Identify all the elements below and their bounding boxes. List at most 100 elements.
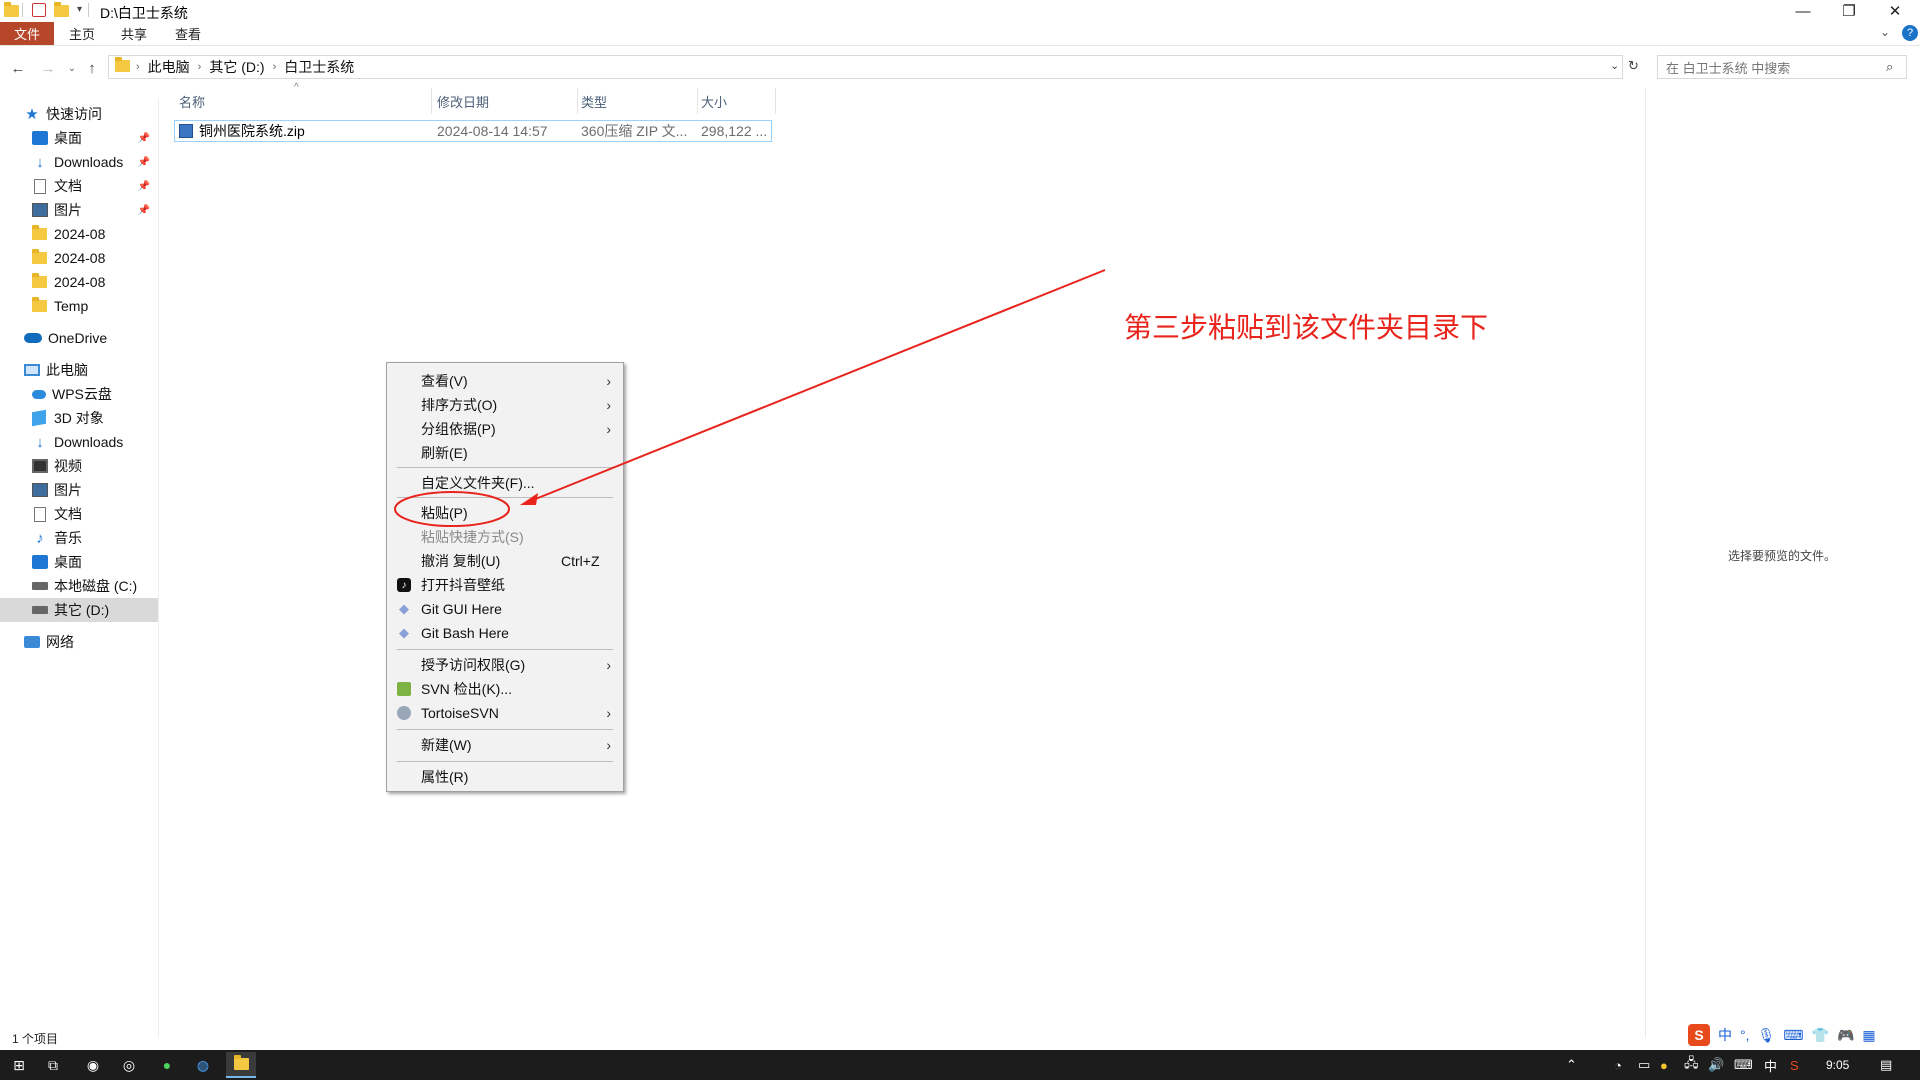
nav-item-music[interactable]: ♪ 音乐 bbox=[0, 526, 158, 550]
input-method-indicator[interactable]: 中 bbox=[1764, 1056, 1777, 1074]
file-explorer-icon[interactable] bbox=[226, 1052, 256, 1078]
nav-item-desktop[interactable]: 桌面 bbox=[0, 550, 158, 574]
nav-item-downloads[interactable]: ↓ Downloads 📌 bbox=[0, 150, 158, 174]
toolbox-icon[interactable]: ▦ bbox=[1862, 1027, 1875, 1044]
minimize-button[interactable]: — bbox=[1780, 0, 1826, 22]
nav-item-downloads[interactable]: ↓ Downloads bbox=[0, 430, 158, 454]
menu-item-git-bash[interactable]: ◆ Git Bash Here bbox=[387, 621, 623, 645]
nav-item-temp[interactable]: Temp bbox=[0, 294, 158, 318]
nav-item-folder[interactable]: 2024-08 bbox=[0, 246, 158, 270]
column-date[interactable]: 修改日期 bbox=[434, 88, 578, 114]
menu-item-group[interactable]: 分组依据(P) › bbox=[387, 417, 623, 441]
column-name[interactable]: 名称 bbox=[176, 88, 432, 114]
menu-item-properties[interactable]: 属性(R) bbox=[387, 765, 623, 789]
menu-label: 自定义文件夹(F)... bbox=[421, 475, 535, 491]
breadcrumb-current-folder[interactable]: 白卫士系统 bbox=[284, 57, 354, 77]
clock[interactable]: 9:05 bbox=[1826, 1056, 1849, 1074]
tab-view[interactable]: 查看 bbox=[166, 22, 210, 45]
menu-item-paste[interactable]: 粘贴(P) bbox=[387, 501, 623, 525]
menu-item-undo-copy[interactable]: 撤消 复制(U) Ctrl+Z bbox=[387, 549, 623, 573]
menu-item-customize-folder[interactable]: 自定义文件夹(F)... bbox=[387, 471, 623, 495]
nav-item-folder[interactable]: 2024-08 bbox=[0, 270, 158, 294]
tab-file[interactable]: 文件 bbox=[0, 22, 54, 45]
menu-item-view[interactable]: 查看(V) › bbox=[387, 369, 623, 393]
expand-ribbon-icon[interactable]: ⌄ bbox=[1880, 25, 1890, 39]
keyboard-icon[interactable]: ⌨ bbox=[1734, 1056, 1753, 1074]
network-icon[interactable]: 🖧 bbox=[1684, 1055, 1699, 1074]
properties-icon[interactable] bbox=[32, 3, 46, 17]
help-icon[interactable]: ? bbox=[1902, 25, 1918, 41]
restore-button[interactable]: ❐ bbox=[1826, 0, 1872, 22]
game-icon[interactable]: 🎮 bbox=[1837, 1027, 1854, 1044]
forward-button[interactable]: → bbox=[38, 58, 58, 78]
nav-this-pc[interactable]: 此电脑 bbox=[0, 358, 158, 382]
punctuation-icon[interactable]: °, bbox=[1740, 1027, 1750, 1043]
nav-item-pictures[interactable]: 图片 bbox=[0, 478, 158, 502]
menu-item-sort[interactable]: 排序方式(O) › bbox=[387, 393, 623, 417]
show-hidden-icons[interactable]: ⌃ bbox=[1566, 1056, 1577, 1074]
star-icon: ★ bbox=[25, 106, 39, 123]
nav-item-videos[interactable]: 视频 bbox=[0, 454, 158, 478]
volume-icon[interactable]: 🔊 bbox=[1708, 1056, 1724, 1074]
menu-item-tortoisesvn[interactable]: TortoiseSVN › bbox=[387, 701, 623, 725]
address-dropdown-icon[interactable]: ⌄ bbox=[1610, 59, 1619, 72]
refresh-icon[interactable]: ↻ bbox=[1628, 58, 1639, 74]
close-button[interactable]: ✕ bbox=[1872, 0, 1918, 22]
start-icon[interactable]: ⊞ bbox=[8, 1055, 30, 1075]
microphone-icon[interactable]: 🎙 bbox=[1758, 1027, 1776, 1044]
tray-app-icon[interactable]: ● bbox=[1660, 1056, 1668, 1074]
pin-icon[interactable]: 📌 bbox=[138, 181, 150, 192]
pin-icon[interactable]: 📌 bbox=[138, 205, 150, 216]
nav-item-desktop[interactable]: 桌面 📌 bbox=[0, 126, 158, 150]
menu-item-new[interactable]: 新建(W) › bbox=[387, 733, 623, 757]
back-button[interactable]: ← bbox=[8, 58, 28, 78]
menu-label: 粘贴(P) bbox=[421, 505, 468, 521]
nav-onedrive[interactable]: OneDrive bbox=[0, 326, 158, 350]
skin-icon[interactable]: 👕 bbox=[1812, 1027, 1829, 1044]
menu-item-svn-checkout[interactable]: SVN 检出(K)... bbox=[387, 677, 623, 701]
breadcrumb-drive-d[interactable]: 其它 (D:) bbox=[209, 57, 264, 77]
nav-item-wps-cloud[interactable]: WPS云盘 bbox=[0, 382, 158, 406]
file-row[interactable]: 铜州医院系统.zip 2024-08-14 14:57 360压缩 ZIP 文.… bbox=[174, 120, 772, 142]
tab-share[interactable]: 共享 bbox=[112, 22, 156, 45]
search-app-icon[interactable]: ◍ bbox=[192, 1055, 214, 1075]
pin-icon[interactable]: 📌 bbox=[138, 157, 150, 168]
recent-locations-icon[interactable]: ⌄ bbox=[62, 58, 82, 78]
file-name-cell: 铜州医院系统.zip bbox=[179, 121, 429, 141]
nav-quick-access[interactable]: ★ 快速访问 bbox=[0, 102, 158, 126]
customize-quick-access-icon[interactable]: ▾ bbox=[77, 4, 82, 15]
task-view-icon[interactable]: ⧉ bbox=[42, 1055, 64, 1075]
edge-browser-icon[interactable]: ◉ bbox=[82, 1055, 104, 1075]
nav-item-drive-c[interactable]: 本地磁盘 (C:) bbox=[0, 574, 158, 598]
pin-icon[interactable]: 📌 bbox=[138, 133, 150, 144]
sogou-logo-icon[interactable]: S bbox=[1688, 1024, 1710, 1046]
search-input[interactable]: 在 白卫士系统 中搜索 bbox=[1657, 55, 1907, 79]
browser-icon[interactable]: ◎ bbox=[118, 1055, 140, 1075]
ime-mode-label[interactable]: 中 bbox=[1718, 1025, 1732, 1045]
column-type[interactable]: 类型 bbox=[578, 88, 698, 114]
menu-item-refresh[interactable]: 刷新(E) bbox=[387, 441, 623, 465]
up-button[interactable]: ↑ bbox=[82, 58, 102, 78]
nav-item-pictures[interactable]: 图片 📌 bbox=[0, 198, 158, 222]
nav-item-documents[interactable]: 文档 📌 bbox=[0, 174, 158, 198]
menu-item-douyin-wallpaper[interactable]: ♪ 打开抖音壁纸 bbox=[387, 573, 623, 597]
column-size[interactable]: 大小 bbox=[698, 88, 776, 114]
menu-item-git-gui[interactable]: ◆ Git GUI Here bbox=[387, 597, 623, 621]
address-bar[interactable]: › 此电脑 › 其它 (D:) › 白卫士系统 bbox=[108, 55, 1623, 79]
sogou-tray-icon[interactable]: S bbox=[1790, 1056, 1799, 1074]
tab-home[interactable]: 主页 bbox=[60, 22, 104, 45]
menu-item-give-access[interactable]: 授予访问权限(G) › bbox=[387, 653, 623, 677]
breadcrumb-this-pc[interactable]: 此电脑 bbox=[148, 57, 190, 77]
tray-app-icon[interactable]: ◔ bbox=[1614, 1056, 1622, 1074]
new-folder-icon[interactable] bbox=[54, 2, 69, 19]
nav-item-folder[interactable]: 2024-08 bbox=[0, 222, 158, 246]
nav-item-3d-objects[interactable]: 3D 对象 bbox=[0, 406, 158, 430]
keyboard-icon[interactable]: ⌨ bbox=[1783, 1027, 1803, 1044]
nav-item-documents[interactable]: 文档 bbox=[0, 502, 158, 526]
nav-network[interactable]: 网络 bbox=[0, 630, 158, 654]
battery-icon[interactable]: ▭ bbox=[1638, 1056, 1650, 1074]
wechat-icon[interactable]: ● bbox=[156, 1055, 178, 1075]
search-icon[interactable]: ⌕ bbox=[1886, 59, 1893, 75]
nav-item-drive-d[interactable]: 其它 (D:) bbox=[0, 598, 158, 622]
notification-icon[interactable]: ▤ bbox=[1880, 1056, 1892, 1074]
